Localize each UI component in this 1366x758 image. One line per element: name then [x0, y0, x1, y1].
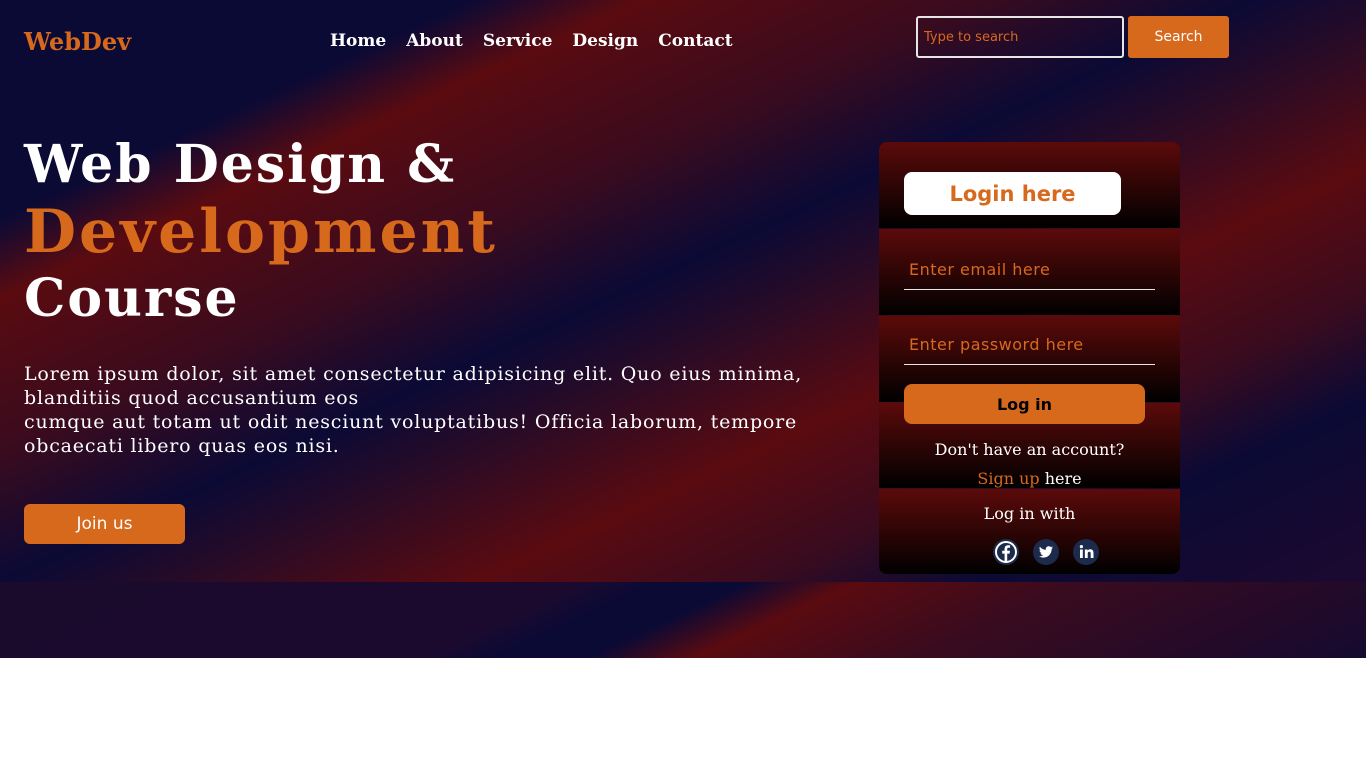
login-with-text: Log in with — [983, 504, 1076, 523]
signup-link[interactable]: Sign up — [977, 469, 1039, 488]
hero-bottom-band — [0, 582, 1366, 658]
nav-design[interactable]: Design — [572, 31, 638, 51]
facebook-icon[interactable] — [993, 539, 1019, 565]
signup-line: Sign up here — [879, 469, 1180, 488]
social-login-icons — [993, 539, 1099, 565]
login-title: Login here — [904, 172, 1121, 215]
hero-title-line3: Course — [24, 268, 240, 329]
nav-about[interactable]: About — [406, 31, 463, 51]
join-us-button[interactable]: Join us — [24, 504, 185, 544]
login-card: Login here Log in Don't have an account?… — [879, 142, 1180, 574]
hero-title-line1: Web Design & — [24, 134, 457, 195]
hero-paragraph-line2: cumque aut totam ut odit nesciunt volupt… — [24, 411, 798, 457]
nav-home[interactable]: Home — [330, 31, 386, 51]
hero-paragraph-line1: Lorem ipsum dolor, sit amet consectetur … — [24, 363, 803, 409]
logo[interactable]: WebDev — [24, 27, 131, 56]
nav-service[interactable]: Service — [483, 31, 553, 51]
linkedin-icon[interactable] — [1073, 539, 1099, 565]
email-field[interactable] — [904, 250, 1155, 290]
login-button[interactable]: Log in — [904, 384, 1145, 424]
hero-paragraph: Lorem ipsum dolor, sit amet consectetur … — [24, 362, 884, 458]
hero-title: Web Design & Development Course — [24, 132, 498, 332]
twitter-icon[interactable] — [1033, 539, 1059, 565]
nav-contact[interactable]: Contact — [658, 31, 732, 51]
signup-suffix: here — [1044, 469, 1082, 488]
password-field[interactable] — [904, 325, 1155, 365]
search-button[interactable]: Search — [1128, 16, 1229, 58]
hero-title-line2: Development — [24, 197, 499, 267]
search-input[interactable] — [916, 16, 1124, 58]
no-account-text: Don't have an account? — [934, 440, 1125, 459]
main-nav: Home About Service Design Contact — [330, 31, 733, 51]
